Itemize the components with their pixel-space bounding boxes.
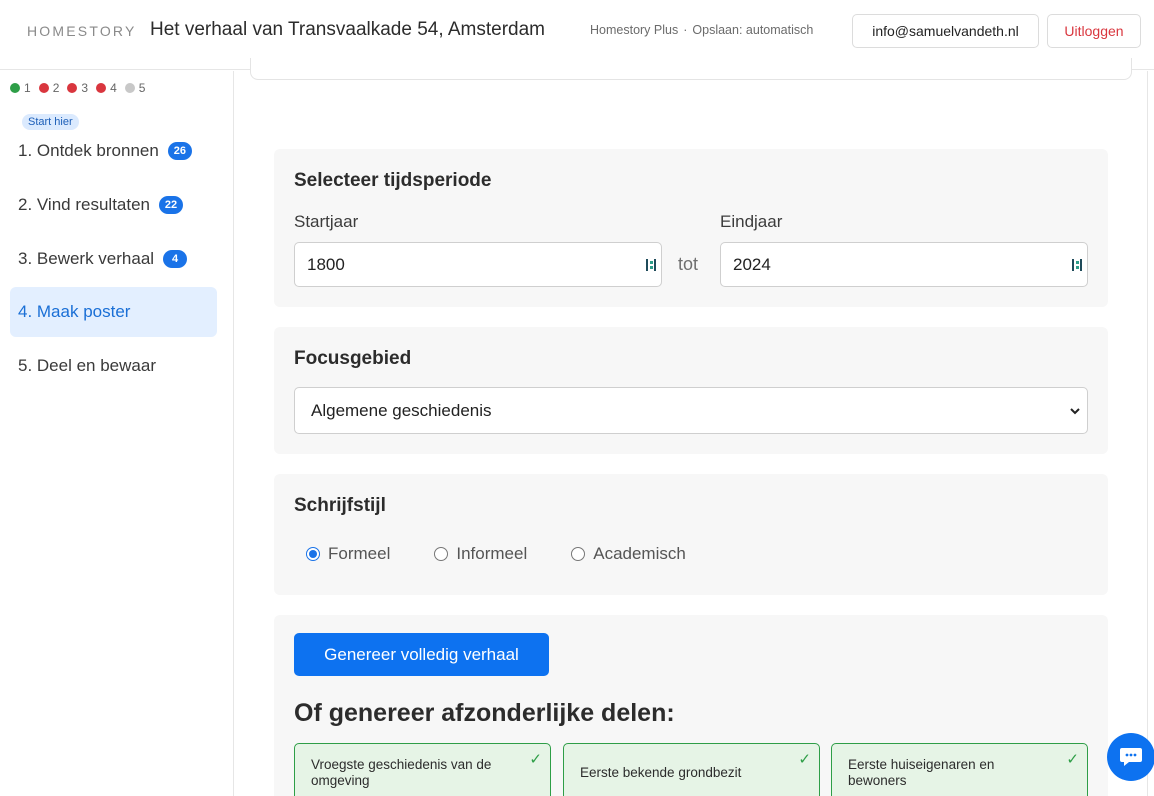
story-part-card[interactable]: Eerste bekende grondbezit ✓ — [563, 743, 820, 796]
count-badge: 26 — [167, 142, 192, 160]
sidebar-item-maak-poster[interactable]: 4. Maak poster — [10, 287, 217, 337]
sidebar-item-bewerk-verhaal[interactable]: 3. Bewerk verhaal 4 — [10, 234, 217, 284]
radio-formeel[interactable]: Formeel — [306, 544, 390, 564]
chevron-down-icon — [1070, 408, 1080, 415]
focus-heading: Focusgebied — [294, 348, 412, 369]
progress-step: 5 — [124, 81, 146, 95]
previous-card-edge — [250, 58, 1132, 80]
progress-step: 2 — [38, 81, 60, 95]
meta-separator: · — [683, 23, 688, 37]
story-part-card[interactable]: Vroegste geschiedenis van de omgeving ✓ — [294, 743, 551, 796]
count-badge: 4 — [163, 250, 188, 268]
sidebar-item-ontdek-bronnen[interactable]: 1. Ontdek bronnen 26 — [10, 126, 217, 176]
between-label: tot — [678, 254, 699, 274]
sidebar-item-label: 3. Bewerk verhaal — [18, 249, 155, 268]
chat-support-button[interactable] — [1107, 733, 1154, 781]
progress-step-label: 2 — [52, 81, 60, 95]
progress-step-label: 3 — [81, 81, 89, 95]
account-email-button[interactable]: info@samuelvandeth.nl — [852, 14, 1039, 48]
writing-style-options: Formeel Informeel Academisch — [306, 544, 730, 564]
radio-unchecked-icon[interactable] — [434, 547, 449, 561]
radio-label: Informeel — [456, 544, 528, 563]
number-spinner-icon[interactable] — [645, 258, 657, 272]
checkmark-icon: ✓ — [529, 751, 542, 768]
status-dot-icon — [124, 83, 135, 93]
story-part-label: Eerste bekende grondbezit — [580, 765, 742, 780]
progress-indicator: 1 2 3 4 5 — [10, 81, 145, 95]
save-status: Opslaan: automatisch — [692, 23, 814, 37]
start-year-value: 1800 — [307, 254, 345, 274]
generate-full-story-button[interactable]: Genereer volledig verhaal — [294, 633, 549, 676]
end-year-input[interactable]: 2024 — [720, 242, 1088, 287]
plan-label: Homestory Plus — [590, 23, 679, 37]
sidebar-item-label: 1. Ontdek bronnen — [18, 141, 159, 160]
chat-bubble-icon — [1120, 748, 1142, 766]
radio-label: Formeel — [328, 544, 391, 563]
focus-select[interactable]: Algemene geschiedenis — [294, 387, 1088, 434]
number-spinner-icon[interactable] — [1071, 258, 1083, 272]
radio-academisch[interactable]: Academisch — [571, 544, 686, 564]
radio-unchecked-icon[interactable] — [571, 547, 586, 561]
count-badge: 22 — [159, 196, 183, 214]
sidebar: 1 2 3 4 5 Start hier 1. Ontdek bronnen 2… — [0, 71, 234, 796]
progress-step-label: 1 — [24, 81, 31, 95]
progress-step-label: 4 — [110, 81, 117, 95]
writing-style-heading: Schrijfstijl — [294, 495, 386, 516]
homestory-logo[interactable]: HOMESTORY — [27, 23, 137, 39]
sidebar-item-deel-en-bewaar[interactable]: 5. Deel en bewaar — [10, 341, 217, 391]
checkmark-icon: ✓ — [798, 751, 811, 768]
progress-step-label: 5 — [138, 81, 146, 95]
checkmark-icon: ✓ — [1066, 751, 1079, 768]
period-heading: Selecteer tijdsperiode — [294, 170, 492, 191]
logout-button[interactable]: Uitloggen — [1047, 14, 1141, 48]
radio-informeel[interactable]: Informeel — [434, 544, 527, 564]
sidebar-item-label: 5. Deel en bewaar — [18, 356, 156, 375]
status-dot-icon — [67, 83, 78, 93]
focus-selected-value: Algemene geschiedenis — [311, 400, 492, 420]
status-dot-icon — [96, 83, 107, 93]
start-year-label: Startjaar — [294, 212, 359, 231]
status-dot-icon — [38, 83, 49, 93]
radio-label: Academisch — [593, 544, 686, 563]
sidebar-item-vind-resultaten[interactable]: 2. Vind resultaten 22 — [10, 180, 217, 230]
period-panel: Selecteer tijdsperiode Startjaar 1800 to… — [274, 149, 1108, 307]
progress-step: 4 — [96, 81, 117, 95]
end-year-label: Eindjaar — [720, 212, 783, 231]
content-border — [1147, 71, 1148, 796]
generate-parts-heading: Of genereer afzonderlijke delen: — [294, 699, 675, 727]
radio-checked-icon[interactable] — [306, 547, 320, 561]
sidebar-item-label: 4. Maak poster — [18, 302, 131, 321]
sidebar-item-label: 2. Vind resultaten — [18, 195, 150, 214]
progress-step: 3 — [67, 81, 88, 95]
generate-panel: Genereer volledig verhaal Of genereer af… — [274, 615, 1108, 796]
end-year-value: 2024 — [733, 254, 771, 274]
status-dot-icon — [10, 83, 20, 93]
header-meta: Homestory Plus · Opslaan: automatisch — [590, 23, 813, 37]
writing-style-panel: Schrijfstijl Formeel Informeel Academisc… — [274, 474, 1108, 595]
story-part-label: Vroegste geschiedenis van de omgeving — [311, 757, 492, 788]
page-title: Het verhaal van Transvaalkade 54, Amster… — [150, 19, 545, 40]
start-year-input[interactable]: 1800 — [294, 242, 662, 287]
focus-panel: Focusgebied Algemene geschiedenis — [274, 327, 1108, 454]
story-part-label: Eerste huiseigenaren en bewoners — [848, 757, 995, 788]
progress-step: 1 — [10, 81, 31, 95]
story-part-card[interactable]: Eerste huiseigenaren en bewoners ✓ — [831, 743, 1088, 796]
